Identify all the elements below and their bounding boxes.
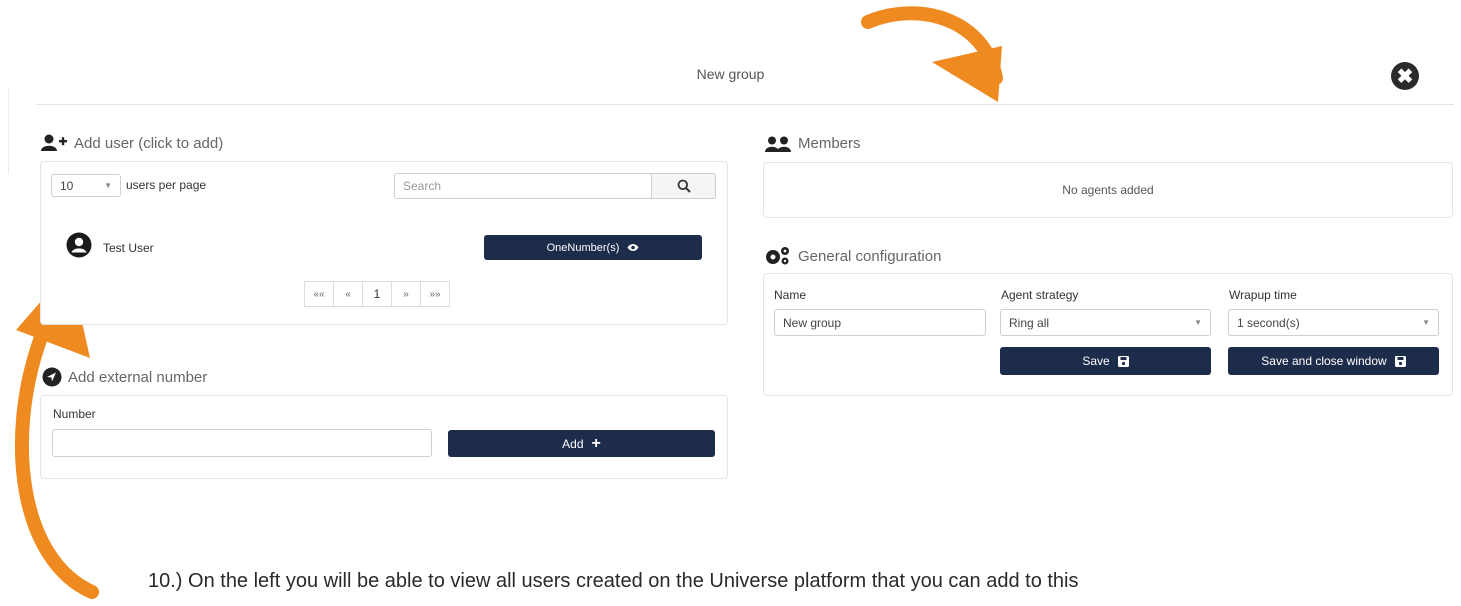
chevron-down-icon: ▼ — [104, 181, 112, 190]
wrapup-time-select[interactable]: 1 second(s) ▼ — [1228, 309, 1439, 336]
user-plus-icon — [41, 134, 67, 151]
number-field[interactable] — [52, 429, 432, 457]
user-name: Test User — [103, 241, 154, 255]
users-icon — [765, 136, 791, 152]
members-heading-text: Members — [798, 135, 861, 152]
add-button[interactable]: Add + — [448, 430, 715, 457]
user-avatar-icon — [66, 232, 92, 258]
chevron-down-icon: ▼ — [1194, 318, 1202, 327]
plus-icon: + — [591, 434, 601, 452]
dialog-title: New group — [696, 66, 765, 82]
add-user-heading-text: Add user (click to add) — [74, 134, 224, 152]
onenumbers-button[interactable]: OneNumber(s) — [484, 235, 702, 260]
user-list-item[interactable]: Test User OneNumber(s) — [52, 222, 712, 268]
save-button-label: Save — [1082, 354, 1110, 368]
eye-icon — [627, 244, 639, 251]
save-and-close-button[interactable]: Save and close window — [1228, 347, 1439, 375]
members-empty-text: No agents added — [1062, 183, 1154, 197]
location-arrow-icon — [42, 367, 62, 387]
save-button[interactable]: Save — [1000, 347, 1211, 375]
floppy-disk-icon — [1394, 355, 1406, 367]
external-heading-text: Add external number — [68, 368, 208, 386]
pagination-prev[interactable]: « — [333, 281, 363, 307]
pagination-first[interactable]: «« — [304, 281, 334, 307]
members-heading: Members — [764, 135, 861, 152]
pagination: «« « 1 » »» — [304, 281, 450, 307]
instruction-caption: 10.) On the left you will be able to vie… — [148, 570, 1079, 592]
close-icon[interactable]: ✖ — [1391, 62, 1419, 90]
header-divider — [36, 104, 1454, 105]
number-label: Number — [53, 407, 96, 421]
per-page-select[interactable]: 10 ▼ — [51, 174, 121, 197]
search-button[interactable] — [651, 173, 716, 199]
members-panel: No agents added — [763, 162, 1453, 218]
floppy-disk-icon — [1117, 355, 1129, 367]
add-button-label: Add — [562, 436, 584, 451]
chevron-down-icon: ▼ — [1422, 318, 1430, 327]
left-edge-divider — [8, 88, 9, 174]
name-label: Name — [774, 288, 807, 302]
external-heading: Add external number — [42, 367, 207, 387]
search-icon — [677, 179, 691, 193]
user-search-input[interactable]: Search — [394, 173, 652, 199]
pagination-next[interactable]: » — [391, 281, 421, 307]
config-heading: General configuration — [764, 246, 941, 266]
per-page-value: 10 — [60, 178, 74, 193]
search-placeholder: Search — [403, 179, 442, 193]
config-heading-text: General configuration — [798, 247, 942, 265]
onenumbers-label: OneNumber(s) — [546, 241, 620, 254]
add-user-heading: Add user (click to add) — [40, 134, 223, 152]
agent-strategy-select[interactable]: Ring all ▼ — [1000, 309, 1211, 336]
pagination-current[interactable]: 1 — [362, 281, 392, 307]
strategy-label: Agent strategy — [1001, 288, 1079, 302]
gears-icon — [766, 247, 789, 265]
per-page-label: users per page — [126, 178, 207, 192]
group-name-field[interactable]: New group — [774, 309, 986, 336]
pagination-last[interactable]: »» — [420, 281, 450, 307]
wrapup-label: Wrapup time — [1229, 288, 1297, 302]
strategy-value: Ring all — [1009, 315, 1050, 330]
save-close-label: Save and close window — [1261, 354, 1387, 368]
wrapup-value: 1 second(s) — [1237, 315, 1300, 330]
